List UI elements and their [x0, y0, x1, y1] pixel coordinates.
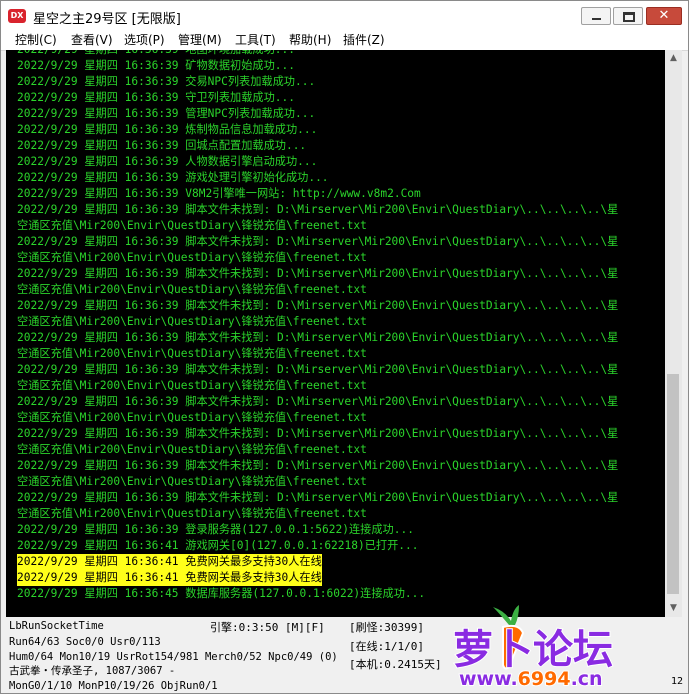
- window-title: 星空之主29号区 [无限版]: [33, 12, 181, 27]
- log-line: 空通区充值\Mir200\Envir\QuestDiary\锋锐充值\freen…: [17, 379, 367, 392]
- monster-refresh-count: [刷怪:30399]: [349, 621, 424, 634]
- close-button[interactable]: ✕: [646, 7, 682, 25]
- log-line: 空通区充值\Mir200\Envir\QuestDiary\锋锐充值\freen…: [17, 251, 367, 264]
- log-line: 2022/9/29 星期四 16:36:39 脚本文件未找到: D:\Mirse…: [17, 267, 619, 280]
- log-line: 空通区充值\Mir200\Envir\QuestDiary\锋锐充值\freen…: [17, 443, 367, 456]
- menu-bar: 控制(C) 查看(V) 选项(P) 管理(M) 工具(T) 帮助(H) 插件(Z…: [1, 31, 688, 51]
- menu-options[interactable]: 选项(P): [124, 32, 165, 48]
- status-line-5: MonG0/1/10 MonP10/19/26 ObjRun0/1: [9, 680, 218, 692]
- log-line: 2022/9/29 星期四 16:36:39 脚本文件未找到: D:\Mirse…: [17, 331, 619, 344]
- log-line: 空通区充值\Mir200\Envir\QuestDiary\锋锐充值\freen…: [17, 507, 367, 520]
- scroll-thumb[interactable]: [667, 374, 679, 594]
- title-bar[interactable]: DX 星空之主29号区 [无限版] ✕: [1, 1, 688, 31]
- main-window: DX 星空之主29号区 [无限版] ✕ 控制(C) 查看(V) 选项(P) 管理…: [0, 0, 689, 694]
- online-count: [在线:1/1/0]: [349, 640, 424, 653]
- watermark-url-prefix: www.: [459, 668, 518, 690]
- log-line: 2022/9/29 星期四 16:36:39 回城点配置加载成功...: [17, 139, 307, 152]
- log-line: 2022/9/29 星期四 16:36:39 脚本文件未找到: D:\Mirse…: [17, 395, 619, 408]
- log-line: 2022/9/29 星期四 16:36:39 炼制物品信息加载成功...: [17, 123, 318, 136]
- engine-status: 引擎:0:3:50 [M][F]: [210, 621, 325, 634]
- menu-help[interactable]: 帮助(H): [289, 32, 331, 48]
- log-line: 2022/9/29 星期四 16:36:45 数据库服务器(127.0.0.1:…: [17, 587, 426, 600]
- log-line-highlighted: 2022/9/29 星期四 16:36:41 免费网关最多支持30人在线: [17, 554, 322, 570]
- scroll-up-icon[interactable]: ▲: [665, 50, 682, 67]
- menu-control[interactable]: 控制(C): [15, 32, 57, 48]
- watermark-url-host: 6994: [518, 668, 571, 690]
- menu-plugins[interactable]: 插件(Z): [343, 32, 385, 48]
- status-line-4: 古武拳・传承圣子, 1087/3067 -: [9, 665, 176, 677]
- menu-manage[interactable]: 管理(M): [178, 32, 222, 48]
- log-line: 2022/9/29 星期四 16:36:39 守卫列表加载成功...: [17, 91, 295, 104]
- app-icon: DX: [8, 9, 26, 23]
- log-line: 2022/9/29 星期四 16:36:39 V8M2引擎唯一网站: http:…: [17, 187, 421, 200]
- log-line: 2022/9/29 星期四 16:36:39 脚本文件未找到: D:\Mirse…: [17, 299, 619, 312]
- log-line: 空通区充值\Mir200\Envir\QuestDiary\锋锐充值\freen…: [17, 411, 367, 424]
- log-line: 2022/9/29 星期四 16:36:41 游戏网关[0](127.0.0.1…: [17, 539, 419, 552]
- log-line: 2022/9/29 星期四 16:36:39 脚本文件未找到: D:\Mirse…: [17, 459, 619, 472]
- watermark-url: www.6994.cn: [458, 667, 604, 691]
- log-line: 2022/9/29 星期四 16:36:39 游戏处理引擎初始化成功...: [17, 171, 329, 184]
- close-icon: ✕: [658, 8, 670, 23]
- log-line: 2022/9/29 星期四 16:36:39 登录服务器(127.0.0.1:5…: [17, 523, 414, 536]
- maximize-button[interactable]: [613, 7, 643, 25]
- log-line-highlighted: 2022/9/29 星期四 16:36:41 免费网关最多支持30人在线: [17, 570, 322, 586]
- log-line: 2022/9/29 星期四 16:36:39 脚本文件未找到: D:\Mirse…: [17, 235, 619, 248]
- status-line-2: Run64/63 Soc0/0 Usr0/113: [9, 636, 161, 648]
- svg-text:www.6994.cn: www.6994.cn: [459, 668, 603, 690]
- log-line: 2022/9/29 星期四 16:36:39 人物数据引擎启动成功...: [17, 155, 318, 168]
- log-line: 空通区充值\Mir200\Envir\QuestDiary\锋锐充值\freen…: [17, 315, 367, 328]
- minimize-button[interactable]: [581, 7, 611, 25]
- log-line: 空通区充值\Mir200\Envir\QuestDiary\锋锐充值\freen…: [17, 283, 367, 296]
- log-console[interactable]: 2022/9/29 星期四 16:36:39 地图环境加载成功...2022/9…: [6, 50, 665, 617]
- menu-view[interactable]: 查看(V): [71, 32, 113, 48]
- log-line: 空通区充值\Mir200\Envir\QuestDiary\锋锐充值\freen…: [17, 219, 367, 232]
- menu-tools[interactable]: 工具(T): [235, 32, 276, 48]
- log-line: 2022/9/29 星期四 16:36:39 矿物数据初始成功...: [17, 59, 295, 72]
- watermark-url-suffix: .cn: [571, 668, 603, 690]
- log-line: 2022/9/29 星期四 16:36:39 脚本文件未找到: D:\Mirse…: [17, 203, 619, 216]
- log-line: 空通区充值\Mir200\Envir\QuestDiary\锋锐充值\freen…: [17, 475, 367, 488]
- log-line: 2022/9/29 星期四 16:36:39 脚本文件未找到: D:\Mirse…: [17, 427, 619, 440]
- watermark-logo: 萝卜论坛 www.6994.cn: [452, 605, 614, 691]
- log-line: 2022/9/29 星期四 16:36:39 交易NPC列表加载成功...: [17, 75, 316, 88]
- minimize-icon: [592, 18, 601, 20]
- watermark-title: 萝卜论坛: [453, 627, 613, 673]
- uptime: [本机:0.2415天]: [349, 658, 442, 671]
- log-line: 2022/9/29 星期四 16:36:39 管理NPC列表加载成功...: [17, 107, 316, 120]
- log-scrollbar[interactable]: ▲ ▼: [665, 50, 682, 617]
- status-line-1: LbRunSocketTime: [9, 620, 104, 632]
- maximize-icon: [623, 12, 635, 22]
- status-line-3: Hum0/64 Mon10/19 UsrRot154/981 Merch0/52…: [9, 651, 338, 663]
- log-line: 2022/9/29 星期四 16:36:39 脚本文件未找到: D:\Mirse…: [17, 363, 619, 376]
- log-line: 空通区充值\Mir200\Envir\QuestDiary\锋锐充值\freen…: [17, 347, 367, 360]
- log-line: 2022/9/29 星期四 16:36:39 脚本文件未找到: D:\Mirse…: [17, 491, 619, 504]
- log-line: 2022/9/29 星期四 16:36:39 地图环境加载成功...: [17, 50, 295, 58]
